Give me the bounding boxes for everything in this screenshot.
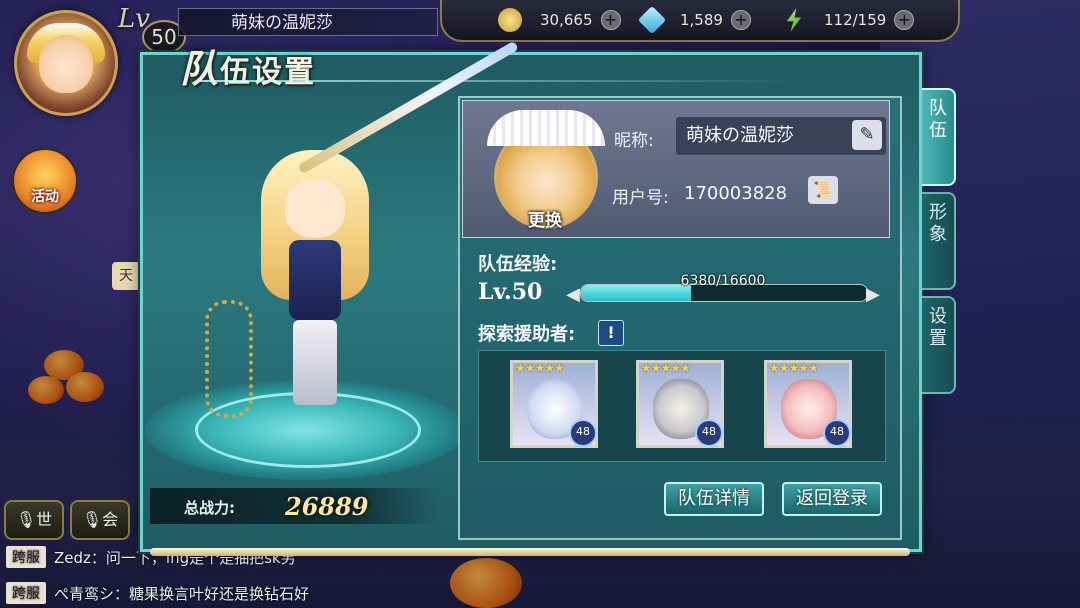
- helpers-label: 探索援助者:: [478, 324, 576, 345]
- panel-title-rest: 伍设置: [220, 55, 317, 90]
- power-value: 26889: [285, 492, 369, 521]
- add-crystal-button[interactable]: +: [730, 10, 751, 30]
- chat-channel-tag: 跨服: [6, 546, 46, 568]
- character-armor: [289, 240, 341, 320]
- character-sprite[interactable]: [255, 140, 375, 410]
- crystal-resource: 1,589 +: [637, 5, 751, 35]
- helper-level: 48: [695, 419, 723, 447]
- quill-icon: ✎: [859, 124, 875, 145]
- chat-line[interactable]: 跨服 ぺ青鸾シ：糖果换言叶好还是换钻石好: [6, 582, 309, 604]
- panel-bottom-bar: [150, 548, 910, 556]
- helper-level: 48: [569, 419, 597, 447]
- copy-user-id-button[interactable]: 📜: [808, 176, 838, 204]
- mic-icon: 🎙: [81, 510, 103, 529]
- helper-stars: ★★★★★: [515, 361, 565, 375]
- lightning-icon: [786, 8, 802, 32]
- xp-bar-right-cap-icon: ▶: [866, 284, 880, 305]
- tab-team-label: 队 伍: [929, 98, 947, 141]
- character-face: [285, 180, 345, 238]
- world-chat-label: 世: [36, 510, 53, 529]
- mic-icon: 🎙: [15, 510, 37, 529]
- activity-label: 活动: [31, 189, 59, 205]
- stamina-amount: 112/159: [824, 11, 887, 29]
- player-avatar[interactable]: [14, 10, 118, 116]
- change-avatar-label[interactable]: 更换: [500, 206, 590, 231]
- guild-chat-label: 会: [102, 510, 119, 529]
- power-label: 总战力:: [184, 499, 235, 517]
- helper-stars: ★★★★★: [641, 361, 691, 375]
- helpers-info-button[interactable]: !: [598, 320, 624, 346]
- nickname-label: 昵称:: [614, 131, 654, 151]
- chat-message: ぺ青鸾シ：糖果换言叶好还是换钻石好: [54, 584, 310, 603]
- add-gold-button[interactable]: +: [600, 10, 621, 30]
- world-chat-button[interactable]: 🎙世: [4, 500, 64, 540]
- gold-amount: 30,665: [540, 11, 593, 29]
- avatar-face: [39, 35, 93, 93]
- stamina-resource: 112/159 +: [782, 6, 915, 34]
- crystal-amount: 1,589: [680, 11, 723, 29]
- panel-title-first-char: 队: [180, 47, 221, 91]
- character-legs: [293, 320, 337, 405]
- tab-team[interactable]: 队 伍: [922, 88, 956, 186]
- team-xp-text: 6380/16600: [680, 273, 766, 289]
- team-xp-label: 队伍经验:: [478, 254, 558, 275]
- tab-settings[interactable]: 设 置: [922, 296, 956, 394]
- team-details-button[interactable]: 队伍详情: [664, 482, 764, 516]
- edit-nickname-button[interactable]: ✎: [852, 120, 882, 150]
- tab-appearance-label: 形 象: [929, 202, 947, 245]
- title-divider: [200, 80, 800, 82]
- helper-slot-1[interactable]: ★★★★★ 48: [510, 360, 598, 448]
- feather-headdress: [487, 110, 605, 146]
- gold-resource: 30,665 +: [498, 6, 621, 34]
- chat-channel-tag: 跨服: [6, 582, 46, 604]
- user-id-value: 170003828: [684, 183, 788, 204]
- user-id-label: 用户号:: [612, 188, 669, 208]
- helper-slot-2[interactable]: ★★★★★ 48: [636, 360, 724, 448]
- add-stamina-button[interactable]: +: [894, 10, 915, 30]
- left-partial-tab[interactable]: 天: [112, 262, 140, 290]
- activity-button[interactable]: 活动: [12, 148, 78, 214]
- player-name: 萌妹の温妮莎: [178, 8, 438, 36]
- team-level: Lv.50: [478, 279, 543, 305]
- gold-coin-icon: [498, 8, 522, 32]
- chain-weapon: [205, 300, 253, 418]
- tab-appearance[interactable]: 形 象: [922, 192, 956, 290]
- helper-level: 48: [823, 419, 851, 447]
- helper-stars: ★★★★★: [769, 361, 819, 375]
- tab-settings-label: 设 置: [929, 306, 947, 349]
- helper-slot-3[interactable]: ★★★★★ 48: [764, 360, 852, 448]
- guild-chat-button[interactable]: 🎙会: [70, 500, 130, 540]
- crystal-icon: [637, 5, 667, 35]
- resource-bar: 30,665 + 1,589 + 112/159 +: [440, 0, 960, 42]
- scroll-icon: 📜: [813, 180, 833, 199]
- panel-title: 队伍设置: [180, 38, 316, 93]
- back-to-login-button[interactable]: 返回登录: [782, 482, 882, 516]
- xp-bar-left-cap-icon: ◀: [566, 284, 580, 305]
